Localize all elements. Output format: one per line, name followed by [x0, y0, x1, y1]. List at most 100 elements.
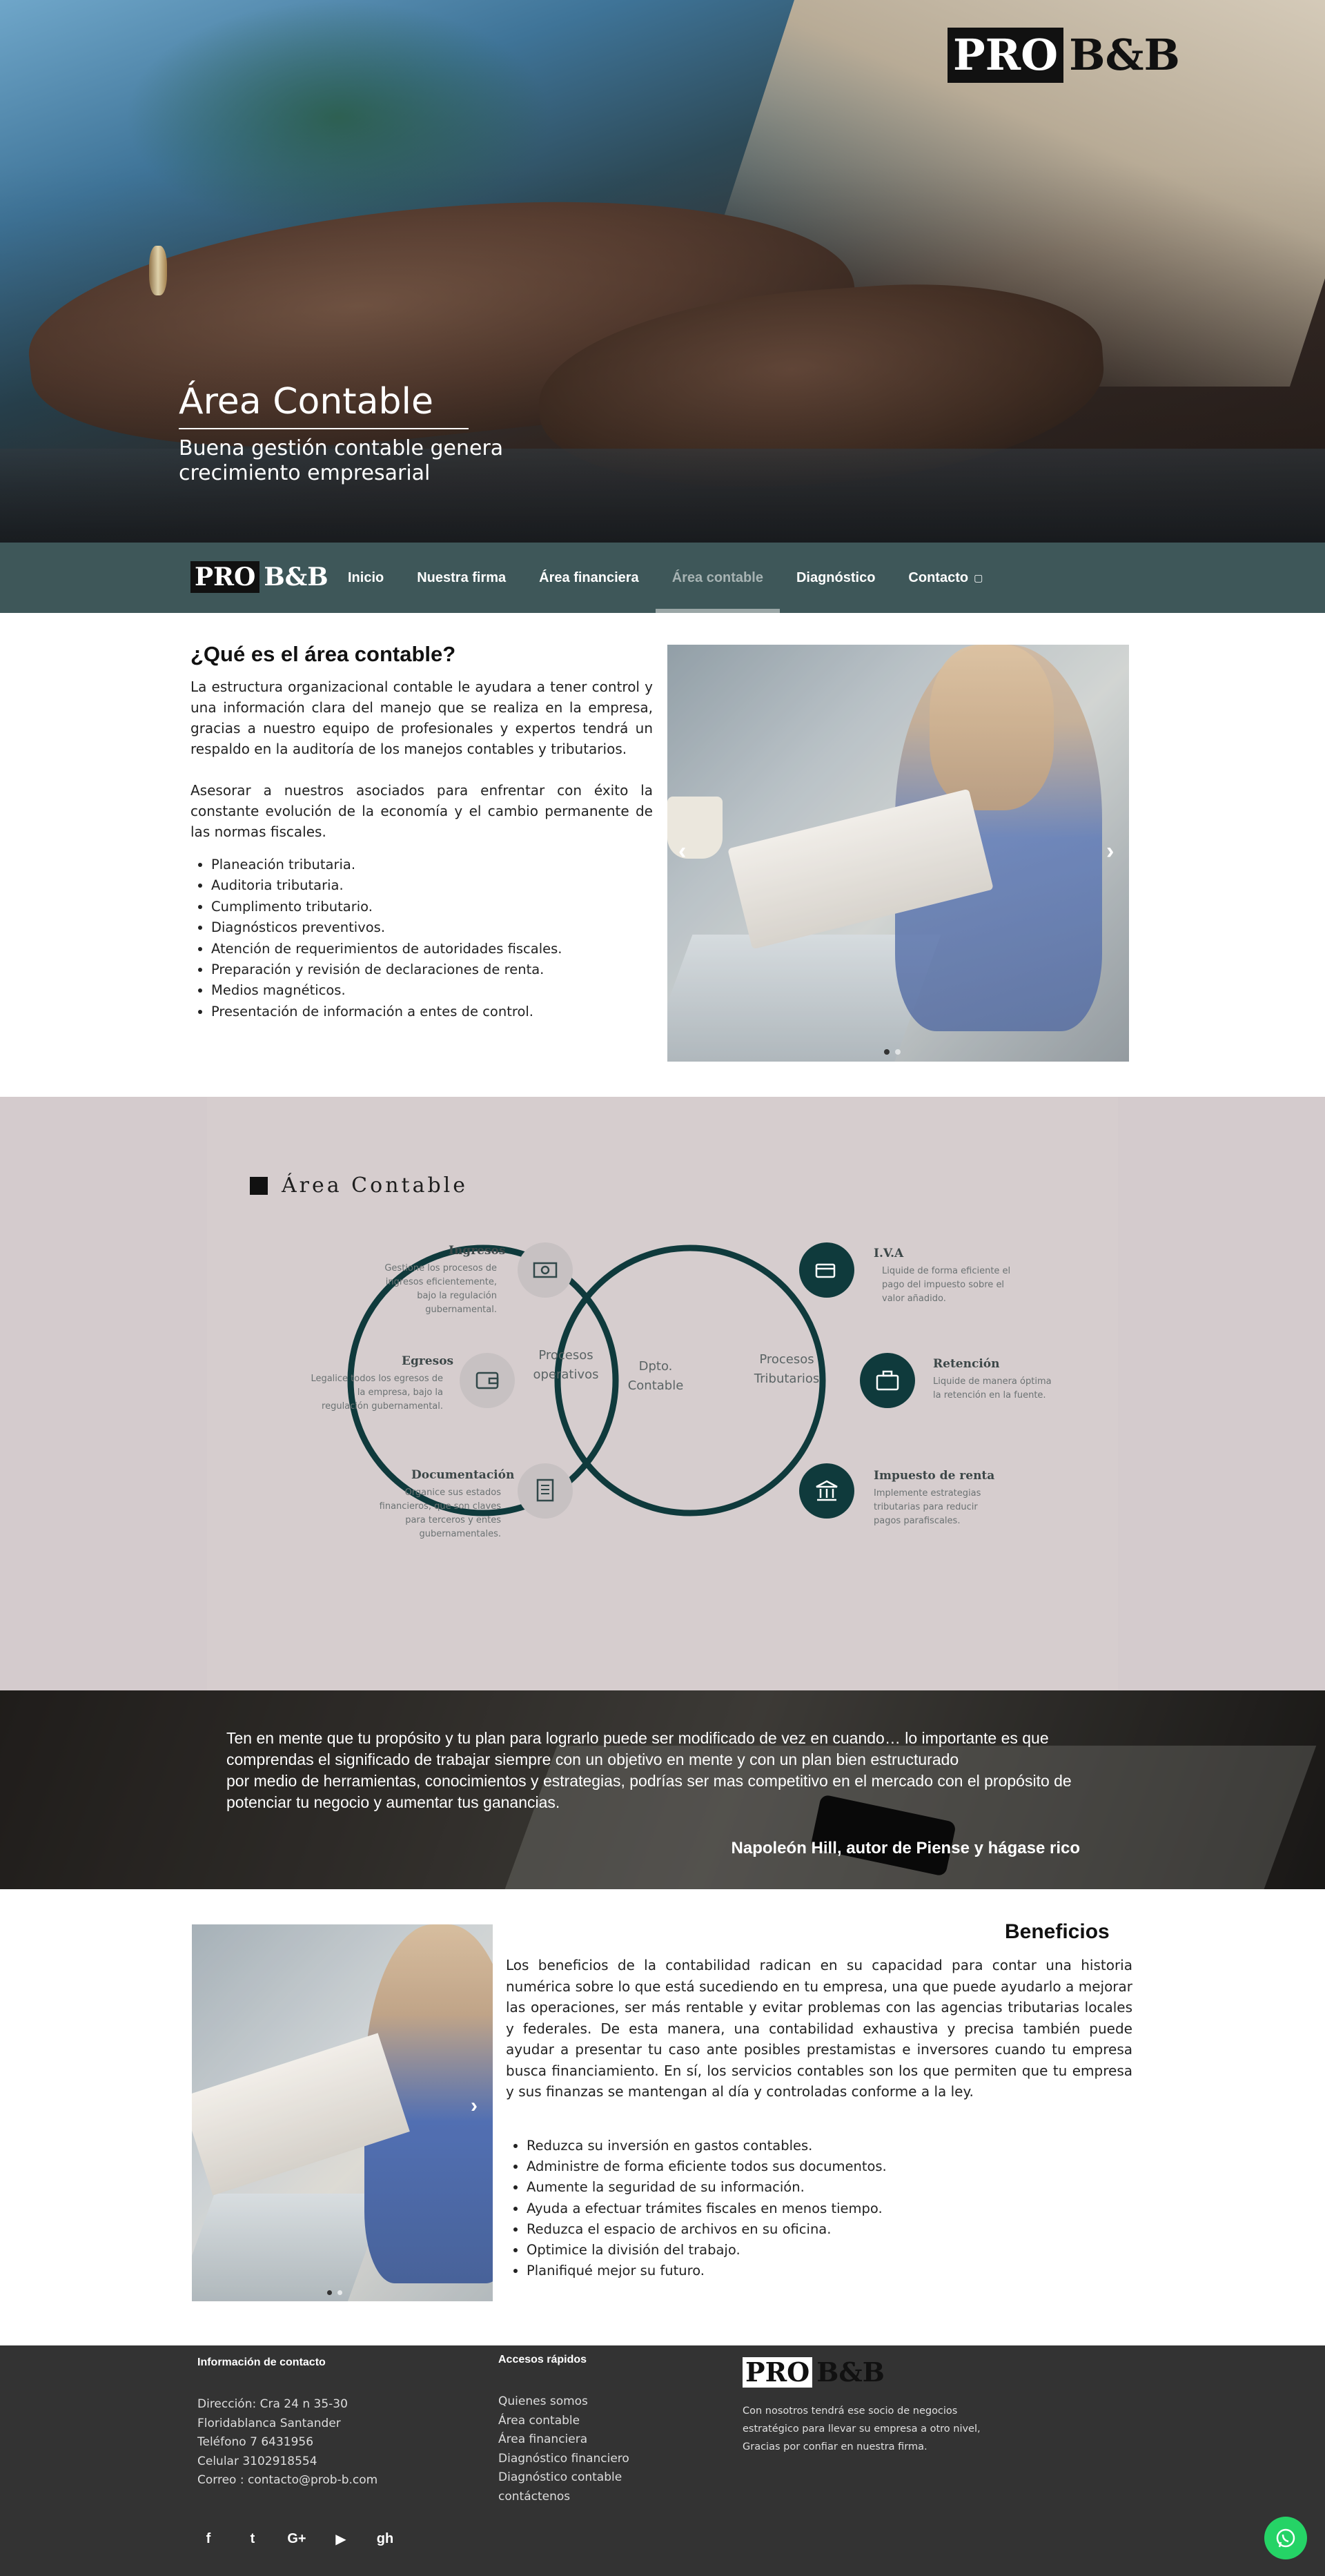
nav-item-inicio[interactable]: Inicio: [331, 543, 400, 613]
carousel-prev-icon[interactable]: ‹: [678, 838, 686, 865]
item-desc: Implemente estrategias tributarias para …: [874, 1488, 981, 1526]
footer-contact-info: Dirección: Cra 24 n 35-30 Floridablanca …: [197, 2395, 377, 2490]
google-plus-icon[interactable]: G+: [287, 2530, 306, 2547]
center-right-text: Procesos Tributarios: [738, 1350, 835, 1389]
bank-icon: [799, 1463, 854, 1519]
quote-line: potenciar tu negocio y aumentar tus gana…: [226, 1793, 560, 1811]
hero-logo[interactable]: PRO B&B: [948, 28, 1180, 83]
benefits-image-carousel[interactable]: ›: [192, 1924, 493, 2301]
item-label: Impuesto de renta: [874, 1469, 995, 1483]
carousel-next-icon[interactable]: ›: [471, 2094, 478, 2118]
square-bullet-icon: [250, 1176, 268, 1195]
nav-item-label: Contacto: [908, 569, 969, 585]
whatsapp-icon: [1276, 2528, 1295, 2548]
quote-line: por medio de herramientas, conocimientos…: [226, 1772, 1072, 1790]
image-carousel[interactable]: ‹ ›: [667, 645, 1129, 1062]
contact-line: Correo : contacto@prob-b.com: [197, 2473, 378, 2487]
footer-contact-title: Información de contacto: [197, 2357, 326, 2368]
whatsapp-button[interactable]: [1264, 2517, 1307, 2559]
item-desc: Gestione los procesos de ingresos eficie…: [384, 1263, 497, 1315]
contact-line: Teléfono 7 6431956: [197, 2435, 314, 2449]
footer-quick-title: Accesos rápidos: [498, 2354, 587, 2365]
nav-item-label: Área contable: [671, 569, 763, 585]
carousel-next-icon[interactable]: ›: [1106, 838, 1114, 865]
quote-line: Ten en mente que tu propósito y tu plan …: [226, 1729, 1049, 1747]
logo-pro-text: PRO: [743, 2357, 813, 2388]
list-item: Planeación tributaria.: [211, 855, 653, 875]
footer-link-area-contable[interactable]: Área contable: [498, 2412, 629, 2431]
list-item: Cumplimento tributario.: [211, 897, 653, 917]
intro-paragraph: Asesorar a nuestros asociados para enfre…: [190, 782, 653, 840]
center-mid-text: Dpto. Contable: [621, 1357, 690, 1396]
section-title: Beneficios: [1005, 1920, 1110, 1943]
nav-logo[interactable]: PRO B&B: [190, 560, 328, 594]
carousel-indicators: [884, 1049, 901, 1055]
item-desc: Organice sus estados financieros, que so…: [379, 1487, 501, 1539]
carousel-dot[interactable]: [327, 2290, 332, 2295]
item-desc: Liquide de manera óptima la retención en…: [933, 1376, 1052, 1401]
quote-author: Napoleón Hill, autor de Piense y hágase …: [731, 1839, 1080, 1857]
center-right-line: Tributarios: [754, 1372, 820, 1386]
carousel-dot[interactable]: [337, 2290, 342, 2295]
quote-text: Ten en mente que tu propósito y tu plan …: [226, 1728, 1089, 1813]
center-right-line: Procesos: [759, 1352, 814, 1367]
item-label: Retención: [933, 1357, 1000, 1371]
hero-subtitle: Buena gestión contable genera crecimient…: [179, 436, 504, 485]
money-icon: [518, 1242, 573, 1298]
youtube-icon[interactable]: ▶: [333, 2530, 349, 2547]
footer-link-quienes-somos[interactable]: Quienes somos: [498, 2392, 629, 2412]
nav-item-label: Diagnóstico: [796, 569, 876, 585]
nav-item-label: Nuestra firma: [417, 569, 507, 585]
github-icon[interactable]: gh: [377, 2530, 393, 2547]
list-item: Atención de requerimientos de autoridade…: [211, 939, 653, 959]
hero-title: Área Contable: [179, 381, 433, 422]
nav-item-area-financiera[interactable]: Área financiera: [522, 543, 656, 613]
list-item: Reduzca el espacio de archivos en su ofi…: [527, 2219, 1120, 2240]
nav-item-label: Inicio: [348, 569, 384, 585]
footer-link-area-financiera[interactable]: Área financiera: [498, 2430, 629, 2450]
item-label: Egresos: [402, 1354, 454, 1368]
list-item: Reduzca su inversión en gastos contables…: [527, 2136, 1120, 2156]
item-label: Documentación: [411, 1468, 515, 1482]
nav-item-label: Área financiera: [539, 569, 639, 585]
benefits-paragraph: Los beneficios de la contabilidad radica…: [506, 1957, 1132, 2100]
document-icon: [518, 1463, 573, 1519]
item-desc: Liquide de forma eficiente el pago del i…: [882, 1266, 1011, 1304]
intro-paragraph: La estructura organizacional contable le…: [190, 679, 653, 757]
contact-line: Celular 3102918554: [197, 2454, 317, 2468]
carousel-dot[interactable]: [895, 1049, 901, 1055]
nav-item-contacto[interactable]: Contacto ▢: [892, 543, 999, 613]
logo-bb-text: B&B: [264, 563, 328, 592]
twitter-icon[interactable]: t: [244, 2530, 261, 2547]
carousel-dot[interactable]: [884, 1049, 890, 1055]
chevron-down-icon: ▢: [974, 572, 983, 583]
logo-pro-text: PRO: [948, 28, 1064, 83]
nav-item-diagnostico[interactable]: Diagnóstico: [780, 543, 892, 613]
footer-quick-links: Quienes somos Área contable Área financi…: [498, 2392, 629, 2506]
center-left-text: Procesos operativos: [533, 1348, 599, 1382]
item-label: I.V.A: [874, 1247, 904, 1260]
carousel-indicators: [327, 2290, 342, 2295]
services-list: Planeación tributaria. Auditoria tributa…: [211, 855, 653, 1022]
footer-link-diagnostico-financiero[interactable]: Diagnóstico financiero: [498, 2450, 629, 2469]
list-item: Ayuda a efectuar trámites fiscales en me…: [527, 2198, 1120, 2219]
list-item: Planifiqué mejor su futuro.: [527, 2261, 1120, 2281]
carousel-overlay: [667, 645, 1129, 1062]
list-item: Preparación y revisión de declaraciones …: [211, 959, 653, 980]
briefcase-icon: [860, 1353, 915, 1408]
center-mid-line: Dpto.: [638, 1359, 673, 1374]
list-item: Medios magnéticos.: [211, 980, 653, 1001]
footer-logo[interactable]: PRO B&B: [743, 2357, 885, 2388]
item-desc: Legalice todos los egresos de la empresa…: [311, 1374, 443, 1412]
benefits-list: Reduzca su inversión en gastos contables…: [527, 2136, 1120, 2281]
facebook-icon[interactable]: f: [200, 2530, 217, 2547]
main-navbar: PRO B&B Inicio Nuestra firma Área financ…: [0, 543, 1325, 613]
footer-link-diagnostico-contable[interactable]: Diagnóstico contable: [498, 2468, 629, 2488]
list-item: Diagnósticos preventivos.: [211, 917, 653, 938]
logo-pro-text: PRO: [190, 561, 260, 593]
logo-bb-text: B&B: [816, 2357, 885, 2388]
footer-link-contactenos[interactable]: contáctenos: [498, 2488, 629, 2507]
nav-item-nuestra-firma[interactable]: Nuestra firma: [400, 543, 522, 613]
nav-item-area-contable[interactable]: Área contable: [655, 543, 781, 613]
list-item: Administre de forma eficiente todos sus …: [527, 2156, 1120, 2177]
